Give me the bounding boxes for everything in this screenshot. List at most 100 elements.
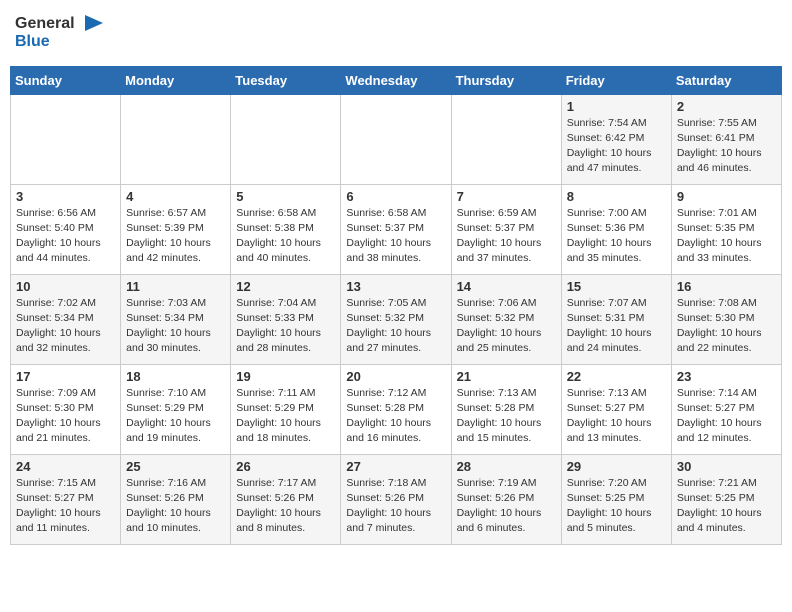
day-info: Sunrise: 7:01 AMSunset: 5:35 PMDaylight:… — [677, 206, 776, 267]
weekday-header-thursday: Thursday — [451, 66, 561, 94]
day-number: 18 — [126, 369, 225, 384]
day-number: 25 — [126, 459, 225, 474]
page-header: General Blue — [10, 10, 782, 56]
day-number: 22 — [567, 369, 666, 384]
day-number: 7 — [457, 189, 556, 204]
calendar-cell: 13Sunrise: 7:05 AMSunset: 5:32 PMDayligh… — [341, 274, 451, 364]
calendar-cell: 1 Sunrise: 7:54 AMSunset: 6:42 PMDaylight… — [561, 94, 671, 184]
day-info: Sunrise: 7:04 AMSunset: 5:33 PMDaylight:… — [236, 296, 335, 357]
day-number: 26 — [236, 459, 335, 474]
day-number: 3 — [16, 189, 115, 204]
day-number: 15 — [567, 279, 666, 294]
weekday-header-tuesday: Tuesday — [231, 66, 341, 94]
calendar-cell — [451, 94, 561, 184]
day-number: 19 — [236, 369, 335, 384]
weekday-header-sunday: Sunday — [11, 66, 121, 94]
day-info: Sunrise: 7:55 AMSunset: 6:41 PMDaylight:… — [677, 116, 776, 177]
day-number: 27 — [346, 459, 445, 474]
day-info: Sunrise: 7:07 AMSunset: 5:31 PMDaylight:… — [567, 296, 666, 357]
calendar-cell: 28Sunrise: 7:19 AMSunset: 5:26 PMDayligh… — [451, 454, 561, 544]
day-number: 6 — [346, 189, 445, 204]
day-info: Sunrise: 7:15 AMSunset: 5:27 PMDaylight:… — [16, 476, 115, 537]
calendar-cell: 24 Sunrise: 7:15 AMSunset: 5:27 PMDayligh… — [11, 454, 121, 544]
day-info: Sunrise: 7:02 AMSunset: 5:34 PMDaylight:… — [16, 296, 115, 357]
day-info: Sunrise: 6:59 AMSunset: 5:37 PMDaylight:… — [457, 206, 556, 267]
day-info: Sunrise: 7:19 AMSunset: 5:26 PMDaylight:… — [457, 476, 556, 537]
day-info: Sunrise: 7:14 AMSunset: 5:27 PMDaylight:… — [677, 386, 776, 447]
day-info: Sunrise: 7:12 AMSunset: 5:28 PMDaylight:… — [346, 386, 445, 447]
weekday-header-saturday: Saturday — [671, 66, 781, 94]
calendar-cell: 8 Sunrise: 7:00 AMSunset: 5:36 PMDaylight… — [561, 184, 671, 274]
week-row-2: 3 Sunrise: 6:56 AMSunset: 5:40 PMDaylight… — [11, 184, 782, 274]
day-number: 2 — [677, 99, 776, 114]
day-number: 13 — [346, 279, 445, 294]
calendar-cell: 9Sunrise: 7:01 AMSunset: 5:35 PMDaylight… — [671, 184, 781, 274]
calendar-cell: 14 Sunrise: 7:06 AMSunset: 5:32 PMDayligh… — [451, 274, 561, 364]
week-row-4: 17Sunrise: 7:09 AMSunset: 5:30 PMDayligh… — [11, 364, 782, 454]
day-number: 24 — [16, 459, 115, 474]
logo-flag-icon — [81, 15, 103, 33]
calendar-cell: 18Sunrise: 7:10 AMSunset: 5:29 PMDayligh… — [121, 364, 231, 454]
calendar-cell: 16Sunrise: 7:08 AMSunset: 5:30 PMDayligh… — [671, 274, 781, 364]
day-number: 11 — [126, 279, 225, 294]
day-info: Sunrise: 7:18 AMSunset: 5:26 PMDaylight:… — [346, 476, 445, 537]
calendar-cell: 5Sunrise: 6:58 AMSunset: 5:38 PMDaylight… — [231, 184, 341, 274]
calendar-cell: 29 Sunrise: 7:20 AMSunset: 5:25 PMDayligh… — [561, 454, 671, 544]
week-row-1: 1 Sunrise: 7:54 AMSunset: 6:42 PMDaylight… — [11, 94, 782, 184]
day-number: 5 — [236, 189, 335, 204]
calendar-cell: 6 Sunrise: 6:58 AMSunset: 5:37 PMDaylight… — [341, 184, 451, 274]
calendar-cell — [231, 94, 341, 184]
day-number: 14 — [457, 279, 556, 294]
calendar-cell: 10 Sunrise: 7:02 AMSunset: 5:34 PMDayligh… — [11, 274, 121, 364]
day-number: 8 — [567, 189, 666, 204]
day-number: 30 — [677, 459, 776, 474]
day-number: 12 — [236, 279, 335, 294]
calendar-cell: 15 Sunrise: 7:07 AMSunset: 5:31 PMDayligh… — [561, 274, 671, 364]
calendar-cell: 21 Sunrise: 7:13 AMSunset: 5:28 PMDayligh… — [451, 364, 561, 454]
weekday-header-monday: Monday — [121, 66, 231, 94]
day-info: Sunrise: 7:11 AMSunset: 5:29 PMDaylight:… — [236, 386, 335, 447]
calendar-cell: 26Sunrise: 7:17 AMSunset: 5:26 PMDayligh… — [231, 454, 341, 544]
logo-blue: Blue — [15, 33, 50, 50]
logo: General Blue — [15, 15, 103, 51]
calendar-cell: 17Sunrise: 7:09 AMSunset: 5:30 PMDayligh… — [11, 364, 121, 454]
weekday-header-row: SundayMondayTuesdayWednesdayThursdayFrid… — [11, 66, 782, 94]
calendar-cell: 23 Sunrise: 7:14 AMSunset: 5:27 PMDayligh… — [671, 364, 781, 454]
calendar-cell: 7 Sunrise: 6:59 AMSunset: 5:37 PMDaylight… — [451, 184, 561, 274]
calendar-cell: 4 Sunrise: 6:57 AMSunset: 5:39 PMDaylight… — [121, 184, 231, 274]
day-number: 29 — [567, 459, 666, 474]
day-info: Sunrise: 6:57 AMSunset: 5:39 PMDaylight:… — [126, 206, 225, 267]
day-info: Sunrise: 7:54 AMSunset: 6:42 PMDaylight:… — [567, 116, 666, 177]
calendar-cell: 20 Sunrise: 7:12 AMSunset: 5:28 PMDayligh… — [341, 364, 451, 454]
day-info: Sunrise: 7:16 AMSunset: 5:26 PMDaylight:… — [126, 476, 225, 537]
day-number: 4 — [126, 189, 225, 204]
calendar-cell: 22 Sunrise: 7:13 AMSunset: 5:27 PMDayligh… — [561, 364, 671, 454]
weekday-header-wednesday: Wednesday — [341, 66, 451, 94]
day-info: Sunrise: 6:58 AMSunset: 5:37 PMDaylight:… — [346, 206, 445, 267]
day-number: 21 — [457, 369, 556, 384]
calendar-cell: 25 Sunrise: 7:16 AMSunset: 5:26 PMDayligh… — [121, 454, 231, 544]
day-number: 10 — [16, 279, 115, 294]
calendar-cell: 27 Sunrise: 7:18 AMSunset: 5:26 PMDayligh… — [341, 454, 451, 544]
day-info: Sunrise: 7:20 AMSunset: 5:25 PMDaylight:… — [567, 476, 666, 537]
calendar-cell: 3 Sunrise: 6:56 AMSunset: 5:40 PMDaylight… — [11, 184, 121, 274]
calendar-cell: 19 Sunrise: 7:11 AMSunset: 5:29 PMDayligh… — [231, 364, 341, 454]
day-info: Sunrise: 6:56 AMSunset: 5:40 PMDaylight:… — [16, 206, 115, 267]
day-info: Sunrise: 7:21 AMSunset: 5:25 PMDaylight:… — [677, 476, 776, 537]
day-info: Sunrise: 7:03 AMSunset: 5:34 PMDaylight:… — [126, 296, 225, 357]
week-row-5: 24 Sunrise: 7:15 AMSunset: 5:27 PMDayligh… — [11, 454, 782, 544]
calendar-cell: 11 Sunrise: 7:03 AMSunset: 5:34 PMDayligh… — [121, 274, 231, 364]
calendar-table: SundayMondayTuesdayWednesdayThursdayFrid… — [10, 66, 782, 545]
day-info: Sunrise: 7:00 AMSunset: 5:36 PMDaylight:… — [567, 206, 666, 267]
weekday-header-friday: Friday — [561, 66, 671, 94]
calendar-cell: 2 Sunrise: 7:55 AMSunset: 6:41 PMDaylight… — [671, 94, 781, 184]
calendar-cell — [11, 94, 121, 184]
day-number: 1 — [567, 99, 666, 114]
day-info: Sunrise: 7:13 AMSunset: 5:28 PMDaylight:… — [457, 386, 556, 447]
day-info: Sunrise: 7:06 AMSunset: 5:32 PMDaylight:… — [457, 296, 556, 357]
day-number: 20 — [346, 369, 445, 384]
day-info: Sunrise: 7:13 AMSunset: 5:27 PMDaylight:… — [567, 386, 666, 447]
day-number: 17 — [16, 369, 115, 384]
calendar-cell — [341, 94, 451, 184]
day-number: 23 — [677, 369, 776, 384]
